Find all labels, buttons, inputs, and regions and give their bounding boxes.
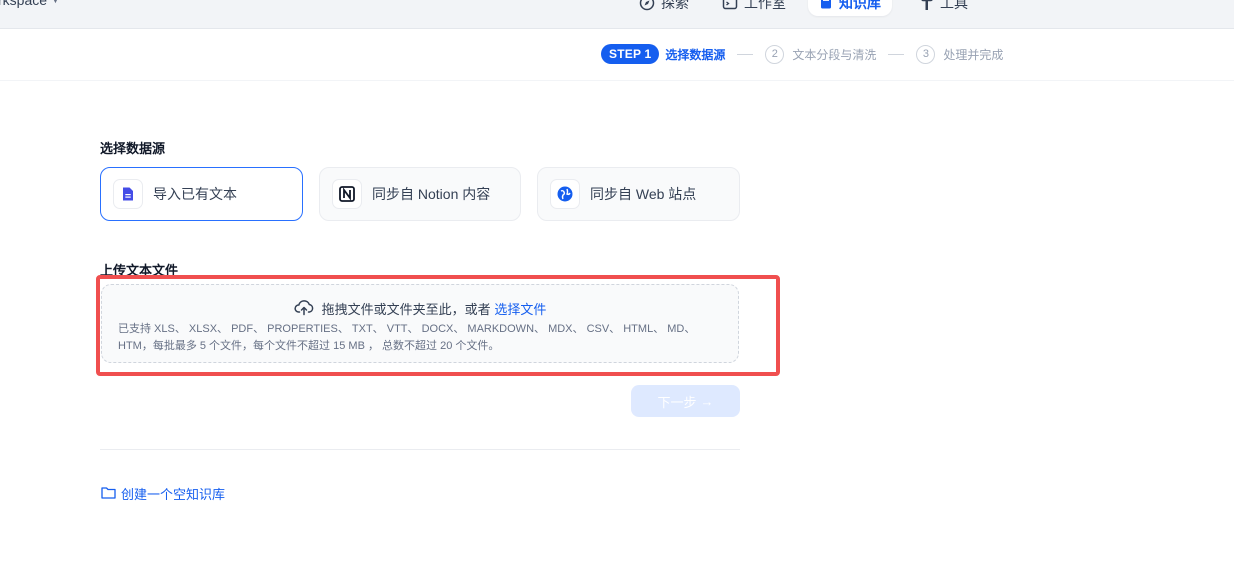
section-title-data-source: 选择数据源: [100, 141, 166, 156]
source-option-label: 同步自 Web 站点: [590, 186, 697, 202]
globe-icon: [550, 179, 580, 209]
file-dropzone[interactable]: 拖拽文件或文件夹至此，或者 选择文件 已支持 XLS、 XLSX、 PDF、 P…: [101, 284, 739, 363]
workspace-label: rkspace: [0, 0, 48, 8]
nav-tab-explore[interactable]: 探索: [627, 0, 701, 16]
current-step-label: 选择数据源: [665, 47, 726, 62]
nav-tab-label: 工具: [940, 0, 968, 11]
terminal-window-icon: [722, 0, 738, 11]
next-step-button[interactable]: 下一步 →: [631, 385, 740, 417]
dropzone-text: 拖拽文件或文件夹至此，或者: [321, 302, 491, 317]
source-option-label: 同步自 Notion 内容: [372, 186, 491, 202]
nav-tab-tools[interactable]: 工具: [908, 0, 980, 16]
workspace-switcher[interactable]: rkspace ▼: [0, 0, 60, 8]
step-divider: [888, 53, 905, 55]
create-empty-knowledge-link[interactable]: 创建一个空知识库: [101, 484, 225, 503]
dropzone-prompt: 拖拽文件或文件夹至此，或者 选择文件: [102, 298, 738, 319]
next-step-label: 下一步: [657, 394, 697, 410]
source-option-notion[interactable]: 同步自 Notion 内容: [319, 167, 521, 221]
compass-icon: [639, 0, 655, 11]
top-navbar: rkspace ▼ 探索 工作室 知识库 工具: [0, 0, 1234, 29]
source-option-web[interactable]: 同步自 Web 站点: [537, 167, 740, 221]
choose-file-link[interactable]: 选择文件: [494, 302, 546, 317]
step-divider: [737, 53, 754, 55]
create-empty-label: 创建一个空知识库: [121, 487, 226, 502]
chevron-down-icon: ▼: [51, 0, 60, 5]
nav-tab-knowledge[interactable]: 知识库: [808, 0, 892, 16]
nav-tab-label: 工作室: [744, 0, 786, 11]
current-step-badge: STEP 1: [601, 44, 660, 64]
step-label: 文本分段与清洗: [792, 47, 877, 62]
nav-tab-label: 知识库: [839, 0, 881, 11]
source-option-import-text[interactable]: 导入已有文本: [100, 167, 303, 221]
notion-icon: [332, 179, 362, 209]
step-number: 3: [916, 44, 936, 64]
section-title-upload: 上传文本文件: [100, 263, 179, 278]
book-icon: [819, 0, 833, 10]
supported-formats-hint: 已支持 XLS、 XLSX、 PDF、 PROPERTIES、 TXT、 VTT…: [118, 323, 696, 352]
steps-header: STEP 1 选择数据源 2 文本分段与清洗 3 处理并完成: [0, 29, 1234, 81]
hammer-icon: [920, 0, 934, 11]
file-text-icon: [113, 179, 143, 209]
nav-tab-label: 探索: [661, 0, 689, 11]
folder-icon: [101, 486, 116, 502]
step-indicator: STEP 1 选择数据源 2 文本分段与清洗 3 处理并完成: [601, 44, 1003, 64]
source-option-label: 导入已有文本: [153, 186, 237, 202]
step-label: 处理并完成: [943, 47, 1004, 62]
nav-tab-studio[interactable]: 工作室: [710, 0, 798, 16]
divider: [100, 449, 740, 450]
arrow-right-icon: →: [700, 393, 714, 409]
step-number: 2: [765, 44, 785, 64]
cloud-upload-icon: [294, 298, 314, 319]
